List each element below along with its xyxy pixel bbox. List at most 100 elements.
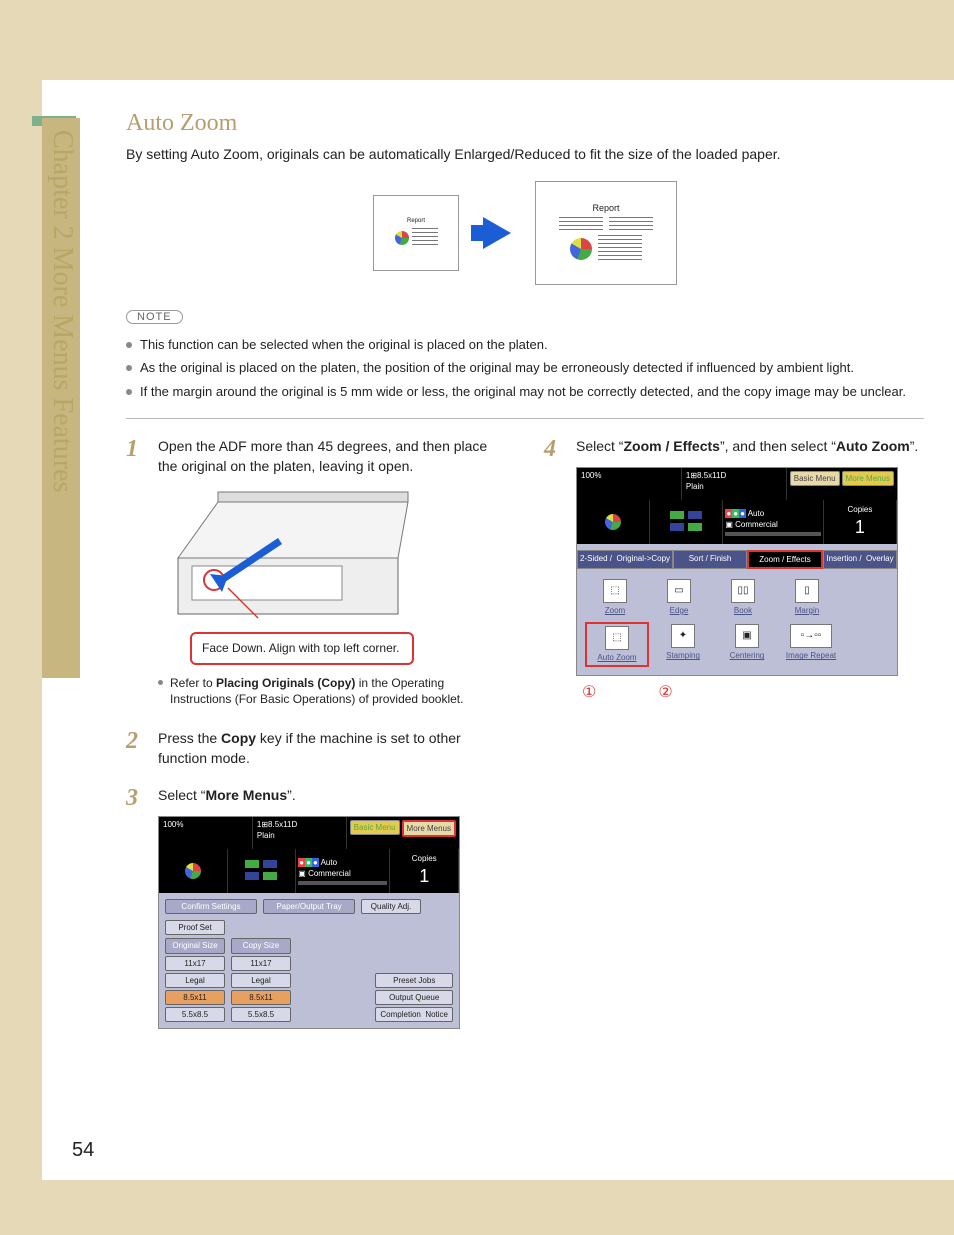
- icon-label: Image Repeat: [786, 650, 836, 661]
- zoom-icon: ⬚: [603, 579, 627, 603]
- edge-icon: ▭: [667, 579, 691, 603]
- commercial-label: Commercial: [735, 520, 778, 529]
- copies-cell: Copies 1: [824, 500, 897, 544]
- auto-color-cell: ●●● Auto ▣ Commercial: [296, 849, 390, 893]
- centering-feature[interactable]: ▣ Centering: [719, 624, 775, 665]
- preview-thumb: [159, 849, 228, 893]
- step-number: 3: [126, 786, 146, 1029]
- size-button[interactable]: 5.5x8.5: [231, 1007, 291, 1022]
- preview-icon: [185, 863, 201, 879]
- step-text: Select “: [576, 438, 623, 454]
- icon-label: Book: [734, 605, 752, 616]
- illu-big-label: Report: [592, 203, 619, 213]
- size-button[interactable]: Legal: [231, 973, 291, 988]
- section-title: Auto Zoom: [126, 110, 924, 137]
- copier-screenshot-basic: 100% 1⊞8.5x11D Plain Basic Menu More Men…: [158, 816, 460, 1029]
- note-badge: NOTE: [126, 310, 183, 324]
- tab-zoom-effects[interactable]: Zoom / Effects: [747, 550, 823, 569]
- sub-text-bold: Placing Originals (Copy): [216, 676, 355, 690]
- document-page: Chapter 2 More Menus Features Auto Zoom …: [42, 80, 954, 1180]
- screen-zoom: 100%: [577, 468, 682, 500]
- size-button[interactable]: Legal: [165, 973, 225, 988]
- step-text-bold: Zoom / Effects: [623, 438, 719, 454]
- paper-tray-button[interactable]: Paper/Output Tray: [263, 899, 355, 914]
- step-1: 1 Open the ADF more than 45 degrees, and…: [126, 437, 506, 711]
- step-text: Open the ADF more than 45 degrees, and t…: [158, 438, 487, 474]
- auto-label: Auto: [321, 858, 337, 867]
- step-sub-bullet: Refer to Placing Originals (Copy) in the…: [158, 675, 506, 707]
- basic-menu-tab[interactable]: Basic Menu: [350, 820, 400, 835]
- book-feature[interactable]: ▯▯ Book: [715, 579, 771, 616]
- step-text: Press the: [158, 730, 221, 746]
- margin-icon: ▯: [795, 579, 819, 603]
- copies-cell: Copies 1: [390, 849, 459, 893]
- right-column: 4 Select “Zoom / Effects”, and then sele…: [544, 437, 924, 1047]
- preview-thumb: [577, 500, 650, 544]
- illu-big: Report: [535, 181, 677, 285]
- text-lines-icon: [609, 217, 653, 231]
- margin-feature[interactable]: ▯Margin: [779, 579, 835, 616]
- zoom-feature[interactable]: ⬚Zoom: [587, 579, 643, 616]
- tab-sort-finish[interactable]: Sort / Finish: [673, 550, 747, 569]
- illu-small-label: Report: [407, 218, 425, 224]
- step-text-bold: Copy: [221, 730, 256, 746]
- copy-size-header: Copy Size: [231, 938, 291, 953]
- tab-2sided[interactable]: 2-Sided / Original->Copy: [577, 550, 673, 569]
- edge-feature[interactable]: ▭ Edge: [651, 579, 707, 616]
- text-lines-icon: [412, 228, 438, 248]
- basic-menu-tab[interactable]: Basic Menu: [790, 471, 840, 486]
- size-button[interactable]: 8.5x11: [231, 990, 291, 1005]
- output-queue-button[interactable]: Output Queue: [375, 990, 453, 1005]
- copies-label: Copies: [412, 853, 437, 864]
- stamping-feature[interactable]: ✦Stamping: [655, 624, 711, 665]
- text-lines-icon: [598, 235, 642, 263]
- proof-set-button[interactable]: Proof Set: [165, 920, 225, 935]
- step-number: 4: [544, 437, 564, 705]
- screen-paper: 1⊞8.5x11D Plain: [682, 468, 787, 500]
- tab-insertion-overlay[interactable]: Insertion / Overlay: [823, 550, 897, 569]
- copies-label: Copies: [847, 504, 872, 515]
- centering-icon: ▣: [735, 624, 759, 648]
- step-body: Press the Copy key if the machine is set…: [158, 729, 506, 768]
- size-button[interactable]: 11x17: [231, 956, 291, 971]
- confirm-settings-button[interactable]: Confirm Settings: [165, 899, 257, 914]
- left-column: 1 Open the ADF more than 45 degrees, and…: [126, 437, 506, 1047]
- arrow-right-icon: [483, 217, 511, 249]
- image-repeat-icon: ▫→▫▫: [790, 624, 832, 648]
- copies-count: 1: [419, 864, 429, 889]
- size-button[interactable]: 5.5x8.5: [165, 1007, 225, 1022]
- section-description: By setting Auto Zoom, originals can be a…: [126, 145, 924, 165]
- image-repeat-feature[interactable]: ▫→▫▫ Image Repeat: [783, 624, 839, 665]
- circled-2: ②: [658, 682, 672, 704]
- commercial-label: Commercial: [308, 869, 351, 878]
- step-number: 1: [126, 437, 146, 711]
- more-menus-tab[interactable]: More Menus: [842, 471, 894, 486]
- size-button[interactable]: 11x17: [165, 956, 225, 971]
- adf-svg: [158, 488, 418, 628]
- icon-label: Centering: [730, 650, 765, 661]
- completion-notice-button[interactable]: Completion Notice: [375, 1007, 453, 1022]
- icon-label: Auto Zoom: [597, 652, 636, 663]
- screen-paper: 1⊞8.5x11D Plain: [253, 817, 347, 849]
- note-item: As the original is placed on the platen,…: [126, 359, 924, 377]
- icon-label: Edge: [670, 605, 689, 616]
- more-menus-tab[interactable]: More Menus: [402, 820, 456, 837]
- content-area: Auto Zoom By setting Auto Zoom, original…: [126, 110, 924, 1047]
- preset-jobs-button[interactable]: Preset Jobs: [375, 973, 453, 988]
- step-3: 3 Select “More Menus”. 100% 1⊞8.5x11D Pl…: [126, 786, 506, 1029]
- preview-icon: [605, 514, 621, 530]
- illu-small: Report: [373, 195, 459, 271]
- book-icon: ▯▯: [731, 579, 755, 603]
- separator: [126, 418, 924, 419]
- step-text: ”.: [287, 787, 296, 803]
- note-list: This function can be selected when the o…: [126, 336, 924, 401]
- text-lines-icon: [559, 217, 603, 231]
- step-2: 2 Press the Copy key if the machine is s…: [126, 729, 506, 768]
- auto-zoom-feature[interactable]: ⬚Auto Zoom: [587, 624, 647, 665]
- step-body: Select “Zoom / Effects”, and then select…: [576, 437, 924, 705]
- size-button[interactable]: 8.5x11: [165, 990, 225, 1005]
- quality-adj-button[interactable]: Quality Adj.: [361, 899, 421, 914]
- step-text: ”.: [910, 438, 919, 454]
- arrows-cell: [228, 849, 297, 893]
- auto-label: Auto: [748, 509, 764, 518]
